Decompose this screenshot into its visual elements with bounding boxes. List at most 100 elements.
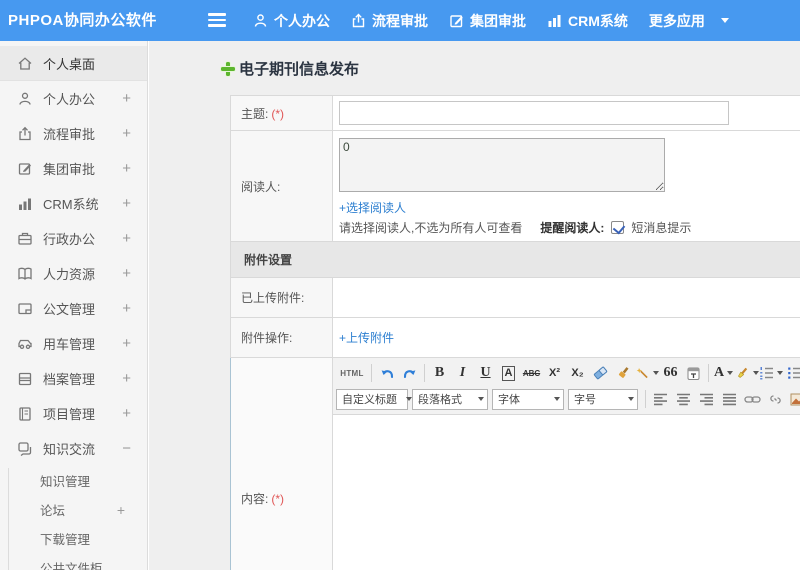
- more-apps-dropdown[interactable]: [720, 18, 729, 23]
- sidebar-item-project-mgmt[interactable]: 项目管理 +: [0, 396, 147, 431]
- sidebar-item-workflow-approval[interactable]: 流程审批 +: [0, 116, 147, 151]
- select-readers-link[interactable]: +选择阅读人: [339, 201, 406, 215]
- book-icon: [18, 267, 32, 280]
- blockquote-icon[interactable]: 66: [659, 362, 682, 384]
- edit-icon: [18, 163, 31, 175]
- align-left-icon[interactable]: [649, 388, 672, 410]
- bold-icon[interactable]: B: [428, 362, 451, 384]
- nav-workflow-approval[interactable]: 流程审批: [351, 11, 428, 31]
- sidebar-subitem-knowledge-mgmt[interactable]: 知识管理: [0, 466, 147, 495]
- undo-icon[interactable]: [375, 362, 398, 384]
- subject-input[interactable]: [339, 101, 729, 125]
- sidebar-subitem-download-mgmt[interactable]: 下载管理: [0, 524, 147, 553]
- sidebar-item-vehicle-mgmt[interactable]: 用车管理 +: [0, 326, 147, 361]
- heading-select[interactable]: 自定义标题: [336, 388, 412, 410]
- readers-textarea[interactable]: 0: [339, 138, 665, 192]
- sidebar-item-group-approval[interactable]: 集团审批 +: [0, 151, 147, 186]
- expand-plus[interactable]: +: [122, 370, 131, 387]
- expand-plus[interactable]: +: [122, 160, 131, 177]
- nav-personal-office[interactable]: 个人办公: [253, 11, 330, 31]
- highlight-color-icon[interactable]: [735, 362, 759, 384]
- insert-image-icon[interactable]: [787, 388, 800, 410]
- sidebar-item-admin-office[interactable]: 行政办公 +: [0, 221, 147, 256]
- required-mark: (*): [271, 492, 285, 506]
- superscript-icon[interactable]: X²: [543, 362, 566, 384]
- remove-link-icon[interactable]: [764, 388, 787, 410]
- align-right-icon[interactable]: [695, 388, 718, 410]
- expand-plus[interactable]: +: [122, 265, 131, 282]
- align-justify-icon[interactable]: [718, 388, 741, 410]
- italic-icon[interactable]: I: [451, 362, 474, 384]
- remove-format-icon[interactable]: A: [497, 362, 520, 384]
- font-family-select[interactable]: 字体: [492, 388, 564, 410]
- sidebar-item-crm[interactable]: CRM系统 +: [0, 186, 147, 221]
- strikethrough-icon[interactable]: ABC: [520, 362, 543, 384]
- redo-icon[interactable]: [398, 362, 421, 384]
- font-size-select[interactable]: 字号: [568, 388, 638, 410]
- nav-more-apps[interactable]: 更多应用: [649, 11, 705, 31]
- hamburger-menu-icon[interactable]: [208, 13, 226, 27]
- expand-plus[interactable]: +: [122, 125, 131, 142]
- uploaded-attachments-value: [332, 277, 800, 318]
- font-color-icon[interactable]: A: [712, 362, 735, 384]
- sidebar-item-desktop[interactable]: 个人桌面: [0, 46, 147, 81]
- attachment-section-header: 附件设置: [230, 241, 800, 278]
- editor-content-area[interactable]: [333, 415, 800, 570]
- format-painter-icon[interactable]: [612, 362, 635, 384]
- expand-plus[interactable]: +: [117, 502, 125, 518]
- upload-attachment-link[interactable]: +上传附件: [339, 331, 394, 345]
- sidebar-subitem-public-file-cabinet[interactable]: 公共文件柜: [0, 553, 147, 570]
- nav-group-approval[interactable]: 集团审批: [449, 11, 526, 31]
- caret-down-icon: [720, 18, 729, 23]
- sidebar: 个人桌面 个人办公 + 流程审批 + 集团审批 + CRM系统 + 行政办公 +…: [0, 41, 148, 570]
- chat-icon: [18, 442, 32, 456]
- readers-hint: 请选择阅读人,不选为所有人可查看 提醒阅读人: 短消息提示: [339, 221, 692, 235]
- remind-readers-label: 提醒阅读人:: [540, 221, 605, 235]
- subject-row: 主题: (*): [230, 95, 800, 131]
- underline-icon[interactable]: U: [474, 362, 497, 384]
- align-center-icon[interactable]: [672, 388, 695, 410]
- caret-down-icon: [554, 397, 560, 401]
- app-title: PHPOA协同办公软件: [8, 12, 157, 29]
- user-icon: [19, 92, 31, 105]
- magic-format-icon[interactable]: [635, 362, 659, 384]
- expand-plus[interactable]: +: [122, 405, 131, 422]
- caret-down-icon: [727, 371, 734, 375]
- expand-plus[interactable]: +: [122, 300, 131, 317]
- attachment-action-row: 附件操作: +上传附件: [230, 317, 800, 358]
- eraser-icon[interactable]: [589, 362, 612, 384]
- expand-plus[interactable]: +: [122, 230, 131, 247]
- sidebar-item-personal-office[interactable]: 个人办公 +: [0, 81, 147, 116]
- expand-plus[interactable]: +: [122, 90, 131, 107]
- document-icon: [18, 303, 32, 315]
- paste-text-icon[interactable]: [682, 362, 705, 384]
- main-content: 电子期刊信息发布 主题: (*) 阅读人: 0 +选择阅读人 请选择阅读人,不选…: [149, 41, 800, 570]
- sidebar-item-document-mgmt[interactable]: 公文管理 +: [0, 291, 147, 326]
- workflow-icon: [19, 126, 31, 141]
- sidebar-item-knowledge-exchange[interactable]: 知识交流 −: [0, 431, 147, 466]
- user-icon: [254, 14, 267, 27]
- paragraph-format-select[interactable]: 段落格式: [412, 388, 488, 410]
- add-plus-icon: [221, 61, 235, 76]
- required-mark: (*): [271, 106, 285, 121]
- collapse-minus[interactable]: −: [122, 440, 131, 457]
- expand-plus[interactable]: +: [122, 335, 131, 352]
- subscript-icon[interactable]: X₂: [566, 362, 589, 384]
- sidebar-subitem-forum[interactable]: 论坛 +: [0, 495, 147, 524]
- sidebar-item-archive-mgmt[interactable]: 档案管理 +: [0, 361, 147, 396]
- caret-down-icon: [628, 397, 634, 401]
- sms-notify-checkbox[interactable]: [611, 221, 625, 234]
- edit-icon: [450, 15, 463, 28]
- nav-crm-system[interactable]: CRM系统: [547, 11, 628, 31]
- insert-link-icon[interactable]: [741, 388, 764, 410]
- ordered-list-icon[interactable]: [759, 362, 783, 384]
- sms-notify-label: 短消息提示: [631, 221, 692, 235]
- sidebar-item-hr[interactable]: 人力资源 +: [0, 256, 147, 291]
- publish-form-table: 主题: (*) 阅读人: 0 +选择阅读人 请选择阅读人,不选为所有人可查看 提醒…: [230, 95, 800, 570]
- expand-plus[interactable]: +: [122, 195, 131, 212]
- caret-down-icon: [478, 397, 484, 401]
- unordered-list-icon[interactable]: [783, 362, 800, 384]
- rich-text-editor: HTML B I U A ABC X² X₂ 66 A 自定义标题 段落格式 字…: [332, 357, 800, 570]
- top-navigation: 个人办公 流程审批 集团审批 CRM系统 更多应用: [253, 0, 729, 41]
- html-source-button[interactable]: HTML: [336, 362, 368, 384]
